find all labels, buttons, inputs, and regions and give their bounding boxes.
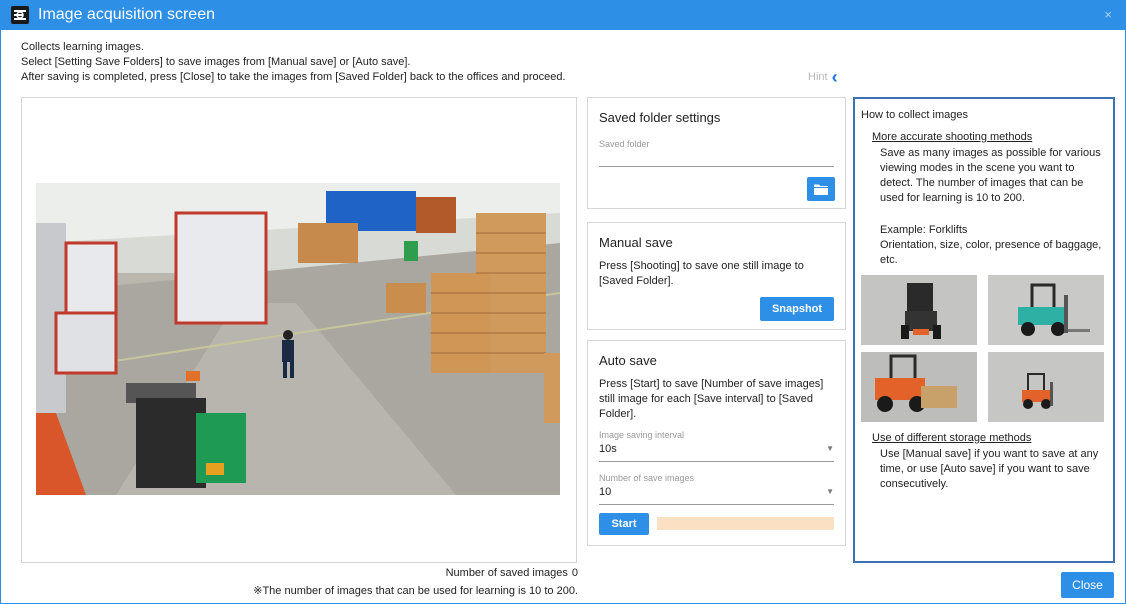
saved-count-label: Number of saved images [445, 567, 568, 579]
forklift-example-image [861, 352, 977, 422]
saved-count-value: 0 [571, 567, 578, 579]
manual-save-description: Press [Shooting] to save one still image… [599, 259, 804, 289]
body-line: etc. [880, 254, 898, 266]
instruction-line: After saving is completed, press [Close]… [21, 71, 566, 83]
instruction-line: Collects learning images. [21, 41, 144, 53]
save-count-value: 10 [599, 486, 612, 498]
camera-preview-image [36, 183, 560, 495]
body-line: Orientation, size, color, presence of ba… [880, 239, 1102, 251]
hint-label: Hint [808, 71, 828, 83]
description-line: Folder]. [599, 408, 637, 420]
auto-save-card: Auto save Press [Start] to save [Number … [587, 340, 846, 546]
body-line: Use [Manual save] if you want to save at… [880, 448, 1099, 460]
description-line: still image for each [Save interval] to … [599, 393, 813, 405]
description-line: Press [Start] to save [Number of save im… [599, 378, 824, 390]
instructions: Collects learning images. Select [Settin… [21, 40, 566, 85]
folder-icon [814, 184, 828, 195]
close-button[interactable]: Close [1061, 572, 1114, 598]
instruction-line: Select [Setting Save Folders] to save im… [21, 56, 411, 68]
body-line: Example: Forklifts [880, 224, 968, 236]
learning-note: ※The number of images that can be used f… [253, 585, 578, 597]
body-line: Save as many images as possible for vari… [880, 147, 1101, 159]
manual-save-card: Manual save Press [Shooting] to save one… [587, 222, 846, 330]
auto-save-progress-bar [657, 517, 834, 530]
app-logo-icon [10, 5, 30, 25]
body-line: viewing modes in the scene you want to [880, 162, 1075, 174]
saved-folder-label: Saved folder [599, 139, 650, 149]
save-interval-value: 10s [599, 443, 617, 455]
saved-folder-settings-card: Saved folder settings Saved folder [587, 97, 846, 209]
storage-methods-title: Use of different storage methods [872, 432, 1032, 444]
forklift-example-image [988, 275, 1104, 345]
body-line: detect. The number of images that can be [880, 177, 1084, 189]
card-title: Manual save [599, 235, 673, 250]
how-to-title: How to collect images [861, 109, 968, 121]
start-button[interactable]: Start [599, 513, 649, 535]
forklift-example-image [861, 275, 977, 345]
snapshot-button[interactable]: Snapshot [760, 297, 834, 321]
chevron-left-icon[interactable]: ‹ [832, 68, 838, 86]
hint-toggle[interactable]: Hint ‹ [808, 68, 838, 86]
saved-image-count: Number of saved images 0 [446, 567, 578, 579]
camera-preview-panel [21, 97, 577, 563]
forklift-example-image [988, 352, 1104, 422]
body-line: time, or use [Auto save] if you want to … [880, 463, 1090, 475]
title-bar: Image acquisition screen × [0, 0, 1126, 30]
card-title: Saved folder settings [599, 110, 721, 125]
accurate-methods-body: Save as many images as possible for vari… [880, 146, 1108, 206]
description-line: Press [Shooting] to save one still image… [599, 260, 804, 272]
save-count-select[interactable]: Number of save images 10 ▼ [599, 473, 834, 505]
browse-folder-button[interactable] [807, 177, 835, 201]
window-close-icon[interactable]: × [1104, 7, 1112, 22]
save-count-label: Number of save images [599, 473, 695, 483]
chevron-down-icon: ▼ [826, 444, 834, 453]
example-text: Example: Forklifts Orientation, size, co… [880, 223, 1108, 268]
saved-folder-field[interactable]: Saved folder [599, 139, 834, 167]
card-title: Auto save [599, 353, 657, 368]
description-line: [Saved Folder]. [599, 275, 674, 287]
how-to-panel: How to collect images More accurate shoo… [853, 97, 1115, 563]
window-title: Image acquisition screen [38, 6, 215, 23]
body-line: consecutively. [880, 478, 949, 490]
storage-methods-body: Use [Manual save] if you want to save at… [880, 447, 1108, 492]
save-interval-select[interactable]: Image saving interval 10s ▼ [599, 430, 834, 462]
chevron-down-icon: ▼ [826, 487, 834, 496]
save-interval-label: Image saving interval [599, 430, 685, 440]
accurate-methods-title: More accurate shooting methods [872, 131, 1033, 143]
body-line: used for learning is 10 to 200. [880, 192, 1025, 204]
auto-save-description: Press [Start] to save [Number of save im… [599, 377, 823, 422]
